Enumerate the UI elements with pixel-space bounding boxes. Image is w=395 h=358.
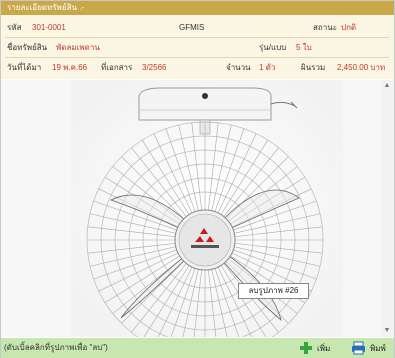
status-label: สถานะ [313,23,337,32]
add-button[interactable]: เพิ่ม [299,339,330,357]
status-value: ปกติ [341,23,357,32]
scroll-down-icon[interactable]: ▼ [381,325,393,337]
plus-icon [300,342,312,354]
info-row-code: รหัส 301-0001 GFMIS สถานะ ปกติ [1,18,394,38]
asset-detail-window: รายละเอียดทรัพย์สิน .- รหัส 301-0001 GFM… [0,0,395,358]
double-click-hint: (ดับเบิ้ลคลิกที่รูปภาพเพื่อ "ลบ") [4,343,108,352]
model-value: 5 ใบ [296,43,312,52]
doc-label: ที่เอกสาร [101,63,133,72]
add-button-label: เพิ่ม [317,343,331,353]
qty-label: จำนวน [226,63,251,72]
qty-value: 1 ตัว [259,63,276,72]
name-value: พัดลมเพดาน [56,43,100,52]
window-title: รายละเอียดทรัพย์สิน .- [1,1,394,15]
viewer-scrollbar[interactable]: ▲ ▼ [381,80,393,337]
total-value: 2,450.00 บาท [337,63,386,72]
date-value: 19 พ.ค.66 [52,63,88,72]
code-value: 301-0001 [32,23,66,32]
doc-value: 3/2566 [142,63,167,72]
total-label: ผินรวม [301,63,326,72]
date-label: วันที่ได้มา [7,63,42,72]
scroll-up-icon[interactable]: ▲ [381,80,393,92]
info-row-date: วันที่ได้มา 19 พ.ค.66 ที่เอกสาร 3/2566 จ… [1,58,394,78]
printer-icon [352,341,365,355]
footer-bar: (ดับเบิ้ลคลิกที่รูปภาพเพื่อ "ลบ") เพิ่ม … [1,338,394,358]
model-label: รุ่น/แบบ [259,43,287,52]
delete-image-tooltip: ลบรูปภาพ #26 [238,283,309,299]
print-button[interactable]: พิมพ์ [351,339,386,357]
system-label: GFMIS [179,23,205,32]
info-row-name: ชื่อทรัพย์สิน พัดลมเพดาน รุ่น/แบบ 5 ใบ [1,38,394,58]
code-label: รหัส [7,23,22,32]
image-viewer: ลบรูปภาพ #26 ▲ ▼ [1,80,394,337]
asset-info-panel: รหัส 301-0001 GFMIS สถานะ ปกติ ชื่อทรัพย… [1,15,394,79]
name-label: ชื่อทรัพย์สิน [7,43,48,52]
print-button-label: พิมพ์ [370,343,386,353]
